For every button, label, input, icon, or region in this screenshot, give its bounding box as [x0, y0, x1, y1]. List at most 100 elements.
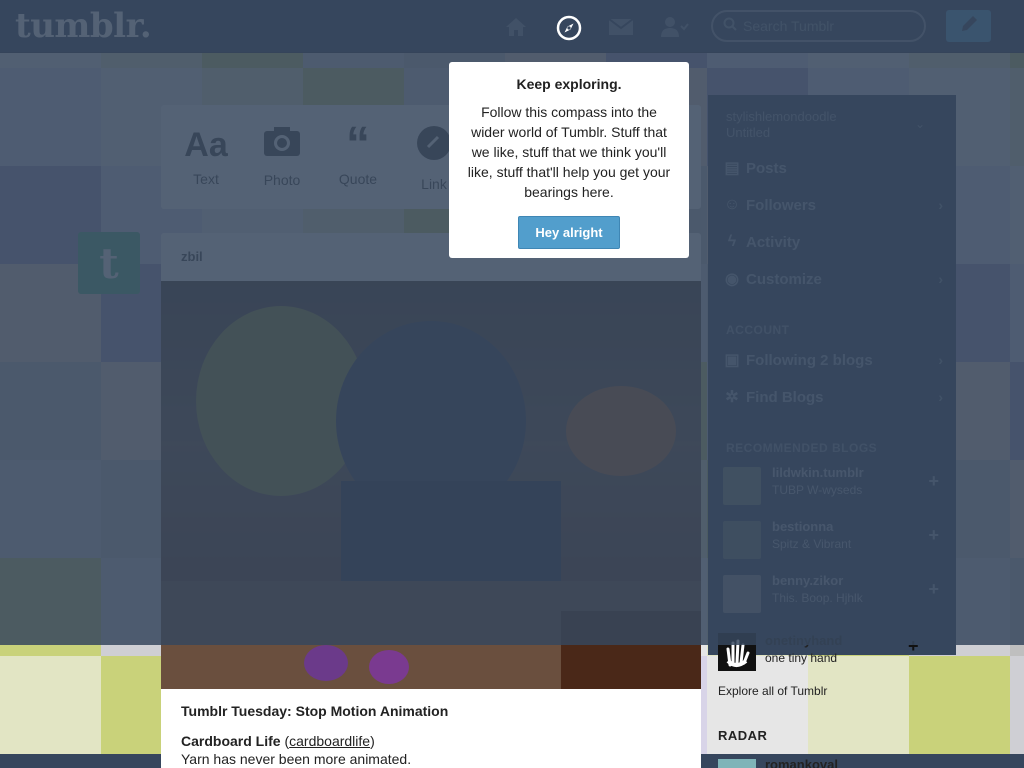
account-icon[interactable] — [661, 13, 689, 41]
sidebar-item-followers[interactable]: ☺ Followers › — [718, 190, 943, 220]
post-type-label: Quote — [338, 171, 378, 187]
sidebar-blog-name: stylishlemondoodle — [726, 109, 837, 124]
background-tile — [1010, 264, 1024, 362]
chevron-right-icon: › — [938, 389, 943, 405]
sidebar-item-following[interactable]: ▣ Following 2 blogs › — [718, 345, 943, 375]
sidebar-item-find-blogs[interactable]: ✲ Find Blogs › — [718, 382, 943, 412]
background-tile — [0, 68, 101, 166]
onboarding-popover: Keep exploring. Follow this compass into… — [449, 62, 689, 258]
background-tile — [1010, 460, 1024, 558]
chevron-right-icon: › — [938, 352, 943, 368]
sidebar-panel: stylishlemondoodle Untitled ⌄ ▤ Posts ☺ … — [708, 95, 956, 655]
background-tile — [1010, 558, 1024, 656]
blog-avatar — [723, 521, 761, 559]
radar-item[interactable]: romankoval — [718, 753, 948, 768]
sidebar-blog-sub: Untitled — [726, 125, 771, 140]
camera-icon — [247, 125, 317, 166]
recommended-blog[interactable]: bestionna Spitz & Vibrant + — [718, 515, 943, 567]
sidebar-item-label: Activity — [746, 233, 801, 251]
credit-blog-name: Cardboard Life — [181, 733, 281, 749]
pencil-icon — [959, 14, 979, 39]
sidebar-item-label: Customize — [746, 270, 822, 288]
chevron-right-icon: › — [938, 271, 943, 287]
eye-icon: ◉ — [725, 271, 739, 288]
find-icon: ✲ — [725, 389, 739, 406]
sidebar-item-label: Posts — [746, 159, 787, 177]
background-tile — [1010, 656, 1024, 754]
sidebar-item-posts[interactable]: ▤ Posts — [718, 153, 943, 183]
user-avatar[interactable]: t — [78, 232, 140, 294]
follow-plus-icon[interactable]: + — [928, 525, 939, 546]
blog-name: bestionna — [772, 519, 834, 534]
blog-name: benny.zikor — [772, 573, 844, 588]
hey-alright-button[interactable]: Hey alright — [518, 216, 620, 249]
recommended-blog[interactable]: onetinyhand one tiny hand + — [718, 631, 948, 675]
post-type-label: Photo — [263, 172, 301, 188]
hand-avatar — [718, 633, 756, 671]
follow-plus-icon[interactable]: + — [928, 579, 939, 600]
radar-heading: RADAR — [718, 728, 768, 743]
blog-avatar — [723, 467, 761, 505]
post-type-quote[interactable]: “ Quote — [323, 118, 393, 188]
sidebar: stylishlemondoodle Untitled ⌄ ▤ Posts ☺ … — [701, 53, 956, 768]
background-tile — [1010, 362, 1024, 460]
following-icon: ▣ — [724, 352, 740, 369]
top-bar: tumblr. — [0, 0, 1024, 53]
post-type-label: Text — [193, 171, 219, 187]
credit-blog-link[interactable]: cardboardlife — [289, 733, 370, 749]
sidebar-item-label: Following 2 blogs — [746, 351, 873, 369]
home-icon[interactable] — [502, 13, 530, 41]
popover-title: Keep exploring. — [516, 76, 622, 92]
background-tile — [0, 362, 101, 460]
quote-icon: “ — [346, 118, 370, 171]
blog-name: onetinyhand — [765, 633, 843, 648]
search-icon — [723, 17, 737, 36]
dashboard-post: zbil Tumblr Tuesday: Stop Motion Animati… — [161, 233, 701, 768]
blog-desc: TUBP W-wyseds — [772, 483, 863, 497]
popover-body: Follow this compass into the wider world… — [467, 104, 671, 200]
post-title: Tumblr Tuesday: Stop Motion Animation — [181, 703, 449, 719]
background-tile — [0, 558, 101, 656]
sidebar-blog-header[interactable]: stylishlemondoodle Untitled — [726, 109, 916, 141]
explore-link[interactable]: Explore all of Tumblr — [718, 684, 827, 698]
compass-icon[interactable] — [555, 14, 582, 41]
sidebar-item-label: Find Blogs — [746, 388, 824, 406]
tumblr-logo[interactable]: tumblr. — [15, 6, 152, 46]
radar-avatar — [718, 759, 756, 768]
account-heading: ACCOUNT — [726, 323, 790, 337]
new-post-button[interactable] — [946, 10, 991, 42]
post-type-text[interactable]: Aa Text — [171, 125, 241, 187]
recommended-heading: RECOMMENDED BLOGS — [726, 441, 878, 455]
chevron-right-icon: › — [938, 197, 943, 213]
blog-avatar — [723, 575, 761, 613]
sidebar-item-label: Followers — [746, 196, 817, 214]
sidebar-item-customize[interactable]: ◉ Customize › — [718, 264, 943, 294]
post-body: Tumblr Tuesday: Stop Motion Animation Ca… — [161, 689, 701, 768]
follow-plus-icon[interactable]: + — [908, 636, 919, 657]
post-credit: Cardboard Life (cardboardlife) — [181, 733, 375, 749]
text-icon: Aa — [184, 126, 228, 164]
blog-desc: Spitz & Vibrant — [772, 537, 852, 551]
background-tile — [0, 460, 101, 558]
recommended-blog[interactable]: lildwkin.tumblr TUBP W-wyseds + — [718, 461, 943, 513]
search-box[interactable] — [711, 10, 926, 42]
blog-desc: This. Boop. Hjhlk — [772, 591, 863, 605]
post-type-photo[interactable]: Photo — [247, 125, 317, 188]
search-input[interactable] — [743, 18, 913, 34]
sidebar-item-activity[interactable]: ϟ Activity — [718, 227, 943, 257]
activity-icon: ϟ — [727, 233, 737, 250]
posts-icon: ▤ — [724, 160, 740, 177]
post-caption: Yarn has never been more animated. — [181, 751, 412, 767]
radar-blog-name: romankoval — [765, 757, 838, 768]
background-tile — [1010, 68, 1024, 166]
chevron-down-icon[interactable]: ⌄ — [915, 117, 925, 131]
background-tile — [0, 656, 101, 754]
followers-icon: ☺ — [723, 196, 741, 213]
follow-plus-icon[interactable]: + — [928, 471, 939, 492]
post-photo[interactable] — [161, 281, 701, 689]
mail-icon[interactable] — [607, 13, 635, 41]
post-author[interactable]: zbil — [181, 249, 203, 264]
blog-name: lildwkin.tumblr — [772, 465, 864, 480]
blog-desc: one tiny hand — [765, 651, 838, 665]
recommended-blog[interactable]: benny.zikor This. Boop. Hjhlk + — [718, 569, 943, 621]
